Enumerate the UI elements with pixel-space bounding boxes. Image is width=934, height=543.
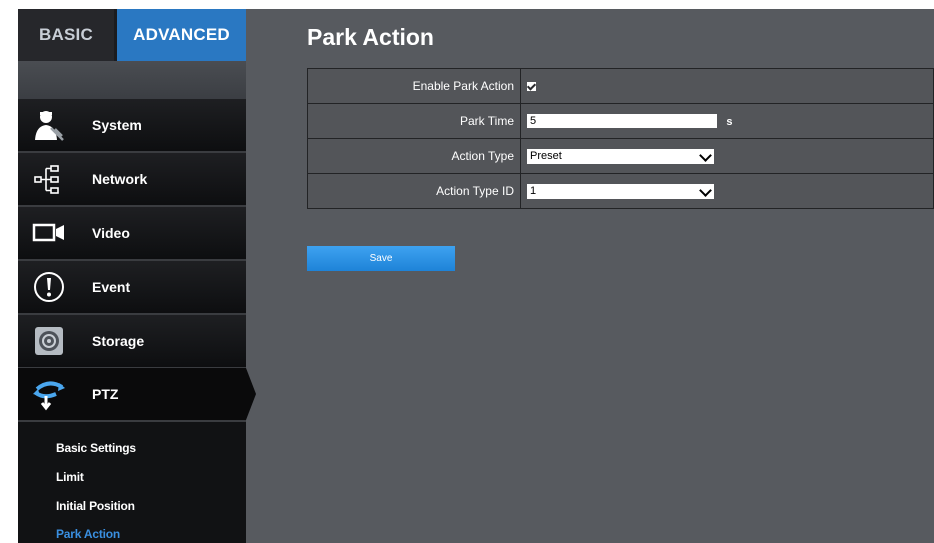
action-type-id-value: 1 (530, 184, 537, 197)
sidebar-item-event[interactable]: Event (18, 261, 246, 315)
sub-item-basic-settings[interactable]: Basic Settings (56, 441, 136, 455)
sidebar-item-video[interactable]: Video (18, 207, 246, 261)
tab-basic[interactable]: BASIC (18, 9, 114, 61)
enable-park-action-cell (520, 68, 934, 104)
ptz-icon (33, 381, 65, 411)
sidebar: BASIC ADVANCED System Network Video Even… (18, 9, 256, 543)
sidebar-item-storage[interactable]: Storage (18, 315, 246, 369)
mode-tabs: BASIC ADVANCED (18, 9, 246, 61)
sidebar-item-label: PTZ (92, 386, 119, 402)
page-title: Park Action (307, 24, 434, 50)
chevron-down-icon (699, 183, 712, 197)
enable-park-action-checkbox[interactable] (527, 82, 536, 92)
tab-advanced[interactable]: ADVANCED (117, 9, 246, 61)
sub-item-initial-position[interactable]: Initial Position (56, 499, 135, 513)
sub-item-limit[interactable]: Limit (56, 470, 84, 484)
sidebar-item-label: Network (92, 171, 148, 187)
sidebar-item-label: Video (92, 225, 130, 241)
action-type-cell: Preset (520, 138, 934, 174)
sidebar-item-label: System (92, 117, 142, 133)
action-type-value: Preset (530, 149, 562, 162)
form-row-action-type: Action Type Preset (307, 138, 934, 174)
enable-park-action-label: Enable Park Action (307, 68, 521, 104)
tab-basic-label: BASIC (39, 25, 93, 44)
action-type-id-cell: 1 (520, 173, 934, 209)
sidebar-item-network[interactable]: Network (18, 153, 246, 207)
app-window: BASIC ADVANCED System Network Video Even… (18, 9, 934, 543)
park-time-label: Park Time (307, 103, 521, 139)
form-row-action-type-id: Action Type ID 1 (307, 173, 934, 209)
action-type-id-label: Action Type ID (307, 173, 521, 209)
sidebar-header-strip (18, 61, 246, 99)
system-user-icon (35, 111, 64, 141)
storage-disk-icon (35, 327, 63, 355)
sub-item-park-action[interactable]: Park Action (56, 527, 120, 541)
network-icon (34, 165, 59, 194)
action-type-label: Action Type (307, 138, 521, 174)
sidebar-item-ptz[interactable]: PTZ (18, 368, 246, 422)
action-type-id-select[interactable]: 1 (527, 183, 714, 199)
video-camera-icon (32, 223, 64, 242)
form-row-park-time: Park Time s (307, 103, 934, 139)
sidebar-item-system[interactable]: System (18, 99, 246, 153)
sidebar-item-label: Event (92, 279, 131, 295)
park-time-unit: s (726, 115, 733, 128)
chevron-down-icon (699, 148, 712, 162)
action-type-select[interactable]: Preset (527, 148, 714, 164)
save-button[interactable]: Save (307, 246, 455, 271)
park-action-form: Enable Park Action Park Time s Action Ty… (307, 68, 934, 209)
park-time-input[interactable] (527, 114, 717, 129)
sidebar-item-label: Storage (92, 333, 145, 349)
park-time-cell: s (520, 103, 934, 139)
exclamation-circle-icon (34, 272, 64, 302)
tab-advanced-label: ADVANCED (133, 25, 230, 44)
form-row-enable-park-action: Enable Park Action (307, 68, 934, 104)
active-item-pointer (246, 368, 256, 420)
